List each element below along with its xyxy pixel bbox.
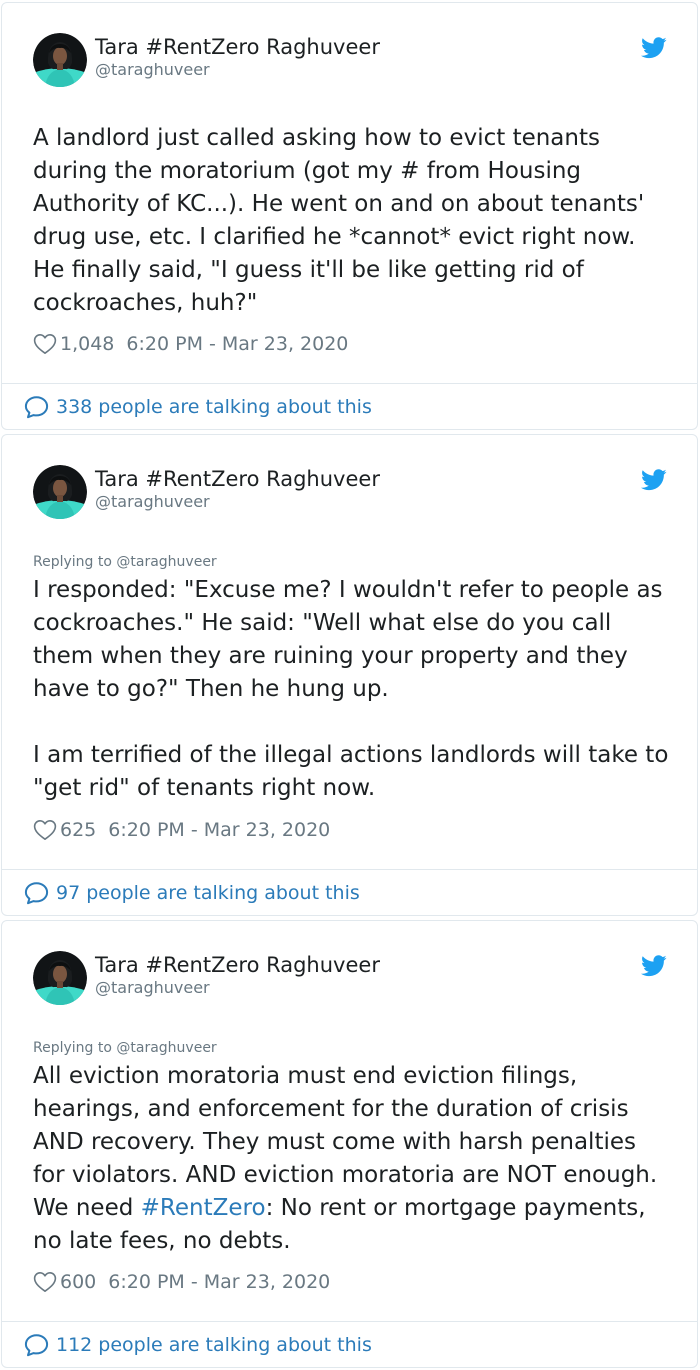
author-name[interactable]: Tara #RentZero Raghuveer bbox=[95, 466, 380, 492]
talking-count[interactable]: 97 people are talking about this bbox=[56, 882, 360, 904]
tweet-meta: 600 6:20 PM - Mar 23, 2020 bbox=[33, 1269, 330, 1295]
author-handle[interactable]: @taraghuveer bbox=[95, 978, 210, 998]
timestamp[interactable]: 6:20 PM - Mar 23, 2020 bbox=[108, 1271, 330, 1293]
like-count[interactable]: 1,048 bbox=[60, 333, 114, 355]
replying-to[interactable]: Replying to @taraghuveer bbox=[33, 1039, 217, 1057]
heart-outline-icon[interactable] bbox=[33, 819, 57, 841]
avatar[interactable] bbox=[33, 33, 87, 87]
author-handle[interactable]: @taraghuveer bbox=[95, 492, 210, 512]
heart-outline-icon[interactable] bbox=[33, 333, 57, 355]
tweet-card-3[interactable]: Tara #RentZero Raghuveer @taraghuveer Re… bbox=[1, 920, 698, 1368]
speech-bubble-icon bbox=[24, 1333, 49, 1357]
like-count[interactable]: 625 bbox=[60, 819, 96, 841]
tweet-card-2[interactable]: Tara #RentZero Raghuveer @taraghuveer Re… bbox=[1, 434, 698, 916]
divider bbox=[2, 383, 697, 384]
tweet-text: I responded: "Excuse me? I wouldn't refe… bbox=[33, 577, 669, 801]
author-name[interactable]: Tara #RentZero Raghuveer bbox=[95, 952, 380, 978]
author-name[interactable]: Tara #RentZero Raghuveer bbox=[95, 34, 380, 60]
talking-count[interactable]: 112 people are talking about this bbox=[56, 1334, 372, 1356]
tweet-meta: 625 6:20 PM - Mar 23, 2020 bbox=[33, 817, 330, 843]
like-count[interactable]: 600 bbox=[60, 1271, 96, 1293]
speech-bubble-icon bbox=[24, 881, 49, 905]
avatar[interactable] bbox=[33, 465, 87, 519]
tweet-text: A landlord just called asking how to evi… bbox=[33, 125, 652, 316]
avatar[interactable] bbox=[33, 951, 87, 1005]
divider bbox=[2, 869, 697, 870]
tweet-text: All eviction moratoria must end eviction… bbox=[33, 1060, 673, 1258]
twitter-bird-icon[interactable] bbox=[641, 469, 667, 491]
hashtag-link[interactable]: #RentZero bbox=[141, 1195, 266, 1221]
timestamp[interactable]: 6:20 PM - Mar 23, 2020 bbox=[126, 333, 348, 355]
replying-to[interactable]: Replying to @taraghuveer bbox=[33, 553, 217, 571]
speech-bubble-icon bbox=[24, 395, 49, 419]
twitter-bird-icon[interactable] bbox=[641, 37, 667, 59]
divider bbox=[2, 1321, 697, 1322]
talking-link[interactable]: 97 people are talking about this bbox=[24, 879, 360, 907]
talking-link[interactable]: 338 people are talking about this bbox=[24, 393, 372, 421]
twitter-bird-icon[interactable] bbox=[641, 955, 667, 977]
tweet-card-1[interactable]: Tara #RentZero Raghuveer @taraghuveer A … bbox=[1, 2, 698, 430]
heart-outline-icon[interactable] bbox=[33, 1271, 57, 1293]
tweet-meta: 1,048 6:20 PM - Mar 23, 2020 bbox=[33, 331, 348, 357]
timestamp[interactable]: 6:20 PM - Mar 23, 2020 bbox=[108, 819, 330, 841]
author-handle[interactable]: @taraghuveer bbox=[95, 60, 210, 80]
talking-count[interactable]: 338 people are talking about this bbox=[56, 396, 372, 418]
talking-link[interactable]: 112 people are talking about this bbox=[24, 1331, 372, 1359]
